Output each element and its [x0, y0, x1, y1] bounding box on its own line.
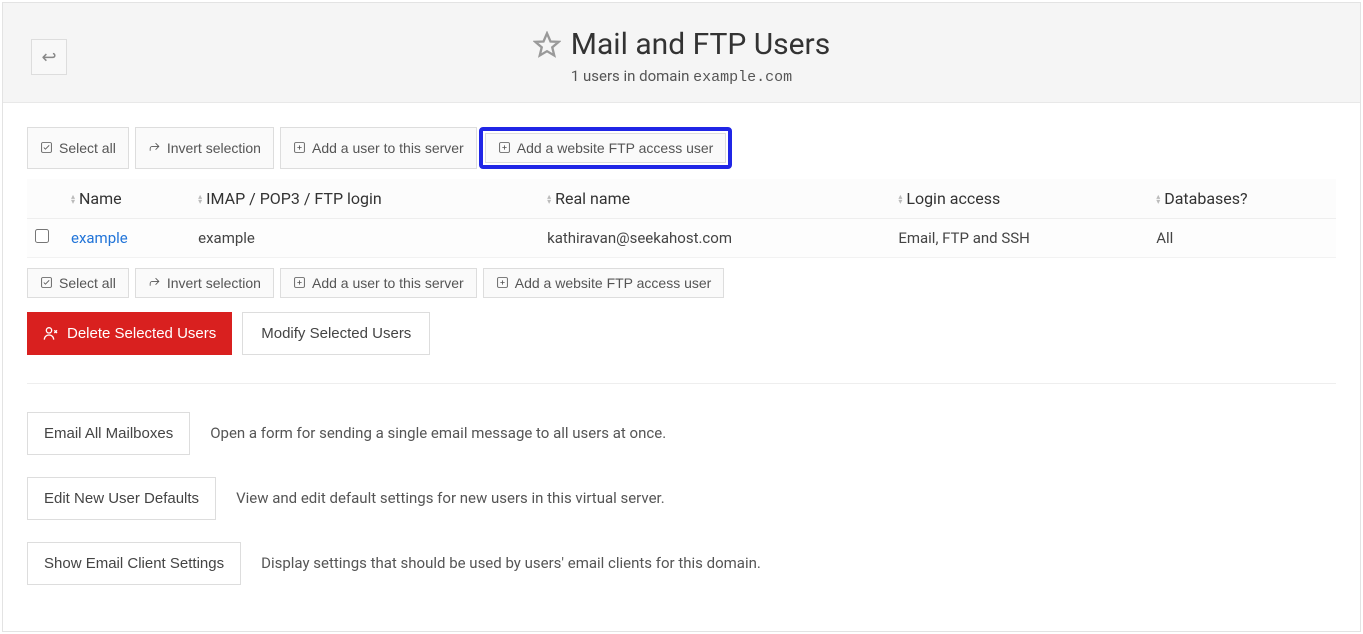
- sort-icon: ▴▾: [198, 194, 202, 204]
- page-subtitle: 1 users in domain example.com: [23, 67, 1340, 86]
- plus-square-icon: [293, 141, 306, 154]
- delete-selected-button[interactable]: Delete Selected Users: [27, 312, 232, 355]
- col-login[interactable]: ▴▾IMAP / POP3 / FTP login: [190, 179, 539, 219]
- star-outline-icon[interactable]: [533, 31, 561, 59]
- add-user-button[interactable]: Add a user to this server: [280, 127, 477, 169]
- share-icon: [148, 141, 161, 154]
- option-desc: View and edit default settings for new u…: [236, 489, 665, 507]
- col-name[interactable]: ▴▾Name: [63, 179, 190, 219]
- edit-defaults-button[interactable]: Edit New User Defaults: [27, 477, 216, 520]
- option-desc: Display settings that should be used by …: [261, 554, 761, 572]
- table-row: example example kathiravan@seekahost.com…: [27, 218, 1336, 257]
- share-icon: [148, 276, 161, 289]
- cell-login: example: [198, 229, 255, 247]
- cell-real: kathiravan@seekahost.com: [547, 229, 732, 247]
- invert-selection-button[interactable]: Invert selection: [135, 268, 274, 298]
- plus-square-icon: [496, 276, 509, 289]
- divider: [27, 383, 1336, 384]
- plus-square-icon: [498, 141, 511, 154]
- add-ftp-user-button[interactable]: Add a website FTP access user: [485, 133, 727, 163]
- check-square-icon: [40, 276, 53, 289]
- bulk-actions: Delete Selected Users Modify Selected Us…: [27, 312, 1336, 355]
- sort-icon: ▴▾: [898, 194, 902, 204]
- cell-access: Email, FTP and SSH: [898, 229, 1030, 247]
- option-desc: Open a form for sending a single email m…: [210, 424, 666, 442]
- select-all-button[interactable]: Select all: [27, 268, 129, 298]
- sort-icon: ▴▾: [1156, 194, 1160, 204]
- select-all-button[interactable]: Select all: [27, 127, 129, 169]
- option-row: Edit New User Defaults View and edit def…: [27, 477, 1336, 520]
- sort-icon: ▴▾: [547, 194, 551, 204]
- col-access[interactable]: ▴▾Login access: [890, 179, 1148, 219]
- users-table: ▴▾Name ▴▾IMAP / POP3 / FTP login ▴▾Real …: [27, 179, 1336, 258]
- cell-db: All: [1156, 229, 1173, 247]
- user-name-link[interactable]: example: [71, 229, 128, 247]
- row-checkbox[interactable]: [35, 229, 49, 243]
- toolbar-bottom: Select all Invert selection Add a user t…: [27, 268, 1336, 298]
- page-title: Mail and FTP Users: [571, 27, 830, 62]
- option-row: Email All Mailboxes Open a form for send…: [27, 412, 1336, 455]
- add-user-button[interactable]: Add a user to this server: [280, 268, 477, 298]
- invert-selection-button[interactable]: Invert selection: [135, 127, 274, 169]
- user-x-icon: [43, 325, 59, 341]
- plus-square-icon: [293, 276, 306, 289]
- check-square-icon: [40, 141, 53, 154]
- sort-icon: ▴▾: [71, 194, 75, 204]
- page-header: ↩ Mail and FTP Users 1 users in domain e…: [3, 3, 1360, 103]
- email-all-button[interactable]: Email All Mailboxes: [27, 412, 190, 455]
- add-ftp-user-button[interactable]: Add a website FTP access user: [483, 268, 725, 298]
- col-real[interactable]: ▴▾Real name: [539, 179, 890, 219]
- option-row: Show Email Client Settings Display setti…: [27, 542, 1336, 585]
- back-button[interactable]: ↩: [31, 39, 67, 75]
- modify-selected-button[interactable]: Modify Selected Users: [242, 312, 430, 355]
- arrow-left-icon: ↩: [41, 47, 56, 68]
- email-client-settings-button[interactable]: Show Email Client Settings: [27, 542, 241, 585]
- highlighted-button-wrap: Add a website FTP access user: [479, 127, 733, 169]
- col-db[interactable]: ▴▾Databases?: [1148, 179, 1336, 219]
- toolbar-top: Select all Invert selection Add a user t…: [27, 127, 1336, 169]
